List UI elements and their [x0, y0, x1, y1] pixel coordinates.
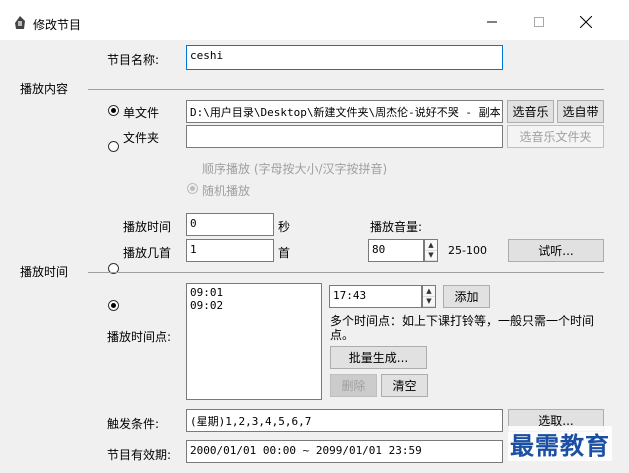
play-count-input[interactable]: 1 [186, 239, 274, 262]
section-play-time: 播放时间 [20, 265, 69, 279]
validity-input[interactable]: 2000/01/01 00:00 ~ 2099/01/01 23:59 [186, 440, 503, 463]
minimize-icon [487, 21, 497, 23]
delete-button[interactable]: 删除 [330, 374, 377, 397]
time-points-hint: 多个时间点：如上下课打铃等，一般只需一个时间点。 [330, 314, 595, 342]
trigger-label: 触发条件: [107, 417, 160, 431]
window-title: 修改节目 [33, 18, 82, 32]
spin-up-icon[interactable]: ▲ [423, 286, 435, 297]
spin-down-icon[interactable]: ▼ [425, 250, 437, 261]
select-music-button[interactable]: 选音乐 [507, 100, 554, 123]
close-icon [580, 16, 592, 28]
single-file-radio[interactable] [108, 105, 119, 116]
single-file-path-input[interactable]: D:\用户目录\Desktop\新建文件夹\周杰伦-说好不哭 - 副本 [186, 100, 503, 123]
program-name-input[interactable]: ceshi [186, 45, 503, 70]
folder-label: 文件夹 [123, 131, 160, 145]
volume-spinner[interactable]: ▲ ▼ [424, 239, 438, 262]
program-name-label: 节目名称: [107, 53, 160, 67]
time-point-input[interactable]: 17:43 [329, 285, 422, 308]
play-time-label: 播放时间 [123, 220, 172, 234]
preview-button[interactable]: 试听... [508, 239, 604, 262]
validity-label: 节目有效期: [107, 448, 172, 462]
watermark: 最需教育 [508, 426, 612, 461]
time-points-label: 播放时间点: [107, 330, 172, 344]
spin-up-icon[interactable]: ▲ [425, 240, 437, 251]
separator [88, 89, 604, 90]
time-spinner[interactable]: ▲ ▼ [422, 285, 436, 308]
clear-button[interactable]: 清空 [381, 374, 428, 397]
list-item[interactable]: 09:01 [190, 286, 318, 299]
maximize-button[interactable] [519, 8, 559, 36]
play-time-input[interactable]: 0 [186, 213, 274, 236]
play-time-unit: 秒 [278, 220, 291, 234]
maximize-icon [534, 17, 544, 27]
single-file-label: 单文件 [123, 106, 160, 120]
add-time-button[interactable]: 添加 [443, 285, 490, 308]
play-count-label: 播放几首 [123, 246, 172, 260]
random-play-label: 随机播放 [202, 184, 251, 198]
select-music-folder-button[interactable]: 选音乐文件夹 [507, 125, 604, 148]
select-builtin-button[interactable]: 选自带 [557, 100, 604, 123]
minimize-button[interactable] [472, 8, 512, 36]
sequential-play-radio[interactable] [187, 183, 198, 194]
app-icon [15, 16, 25, 29]
section-play-content: 播放内容 [20, 82, 69, 96]
time-points-list[interactable]: 09:01 09:02 [186, 283, 322, 400]
folder-radio[interactable] [108, 141, 119, 152]
volume-label: 播放音量: [370, 220, 423, 234]
sequential-play-label: 顺序播放 (字母按大小/汉字按拼音) [202, 162, 388, 176]
play-count-unit: 首 [278, 246, 291, 260]
list-item[interactable]: 09:02 [190, 299, 318, 312]
batch-generate-button[interactable]: 批量生成... [330, 346, 427, 369]
trigger-input[interactable]: (星期)1,2,3,4,5,6,7 [186, 409, 503, 432]
folder-path-input[interactable] [186, 125, 503, 148]
play-count-radio[interactable] [108, 300, 119, 311]
volume-range: 25-100 [448, 244, 487, 257]
volume-input[interactable]: 80 [368, 239, 424, 262]
separator [88, 272, 604, 273]
spin-down-icon[interactable]: ▼ [423, 296, 435, 307]
close-button[interactable] [566, 8, 606, 36]
